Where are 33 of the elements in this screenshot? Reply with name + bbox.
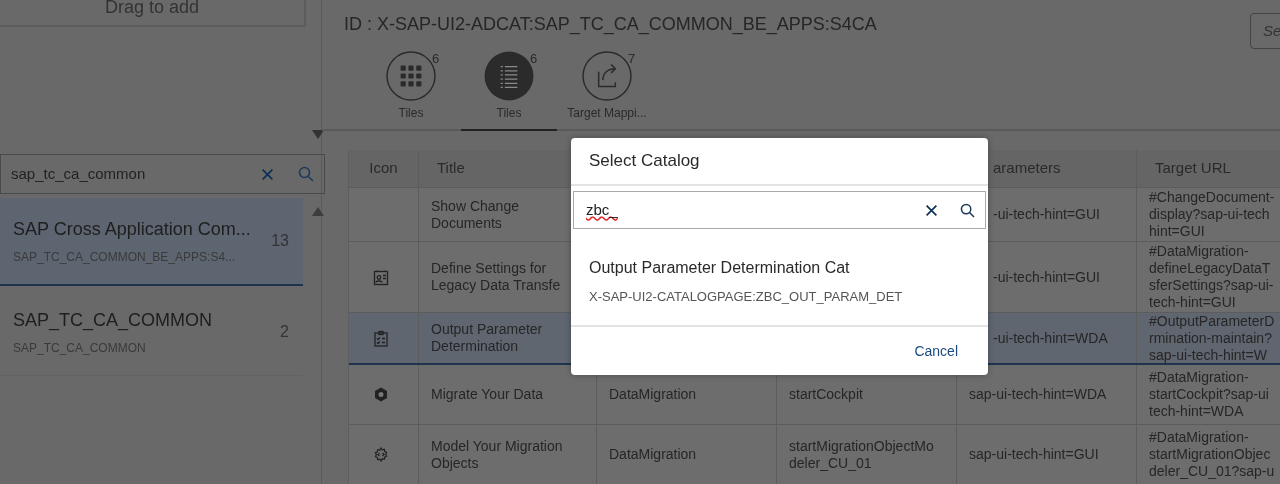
table-cell: -ui-tech-hint=WDA xyxy=(993,329,1108,347)
column-header: Title xyxy=(437,158,465,179)
table-cell: #DataMigration- startCockpit?sap-ui tech-hint=WDA xyxy=(1149,369,1269,420)
table-cell-text: Define Settings for Legacy Data Transfe xyxy=(431,260,562,294)
column-header: Target URL xyxy=(1155,158,1231,179)
table-cell: sap-ui-tech-hint=WDA xyxy=(969,386,1107,403)
item-count: 13 xyxy=(271,231,290,251)
tab-count: 6 xyxy=(432,50,440,68)
table-cell: #OutputParameterD rmination-maintain? sap-ui-tech-hint=W xyxy=(1149,312,1275,364)
column-header: arameters xyxy=(993,158,1061,179)
catalog-title: SAP Cross Application Com... xyxy=(13,218,252,241)
table-cell-text: startCockpit xyxy=(789,386,864,403)
tab-count: 7 xyxy=(628,50,636,68)
table-cell: #DataMigration- defineLegacyDataT sferSettings?sap-ui- tech-hint=GUI xyxy=(1149,243,1274,311)
catalog-title: SAP_TC_CA_COMMON xyxy=(13,308,214,333)
table-cell: #ChangeDocument- display?sap-ui-tech hint=GUI xyxy=(1149,189,1275,240)
table-cell: -ui-tech-hint=GUI xyxy=(993,206,1100,223)
table-cell: sap-ui-tech-hint=GUI xyxy=(969,446,1099,463)
table-cell-text: Output Parameter Determination xyxy=(431,321,544,355)
result-title: Output Parameter Determination Cat xyxy=(589,258,851,278)
table-cell-text: startMigrationObjectMo deler_CU_01 xyxy=(789,437,935,472)
table-cell: #DataMigration- startMigrationObjec deler_CU_01?sap-u xyxy=(1149,429,1275,480)
tab-count: 6 xyxy=(530,50,538,68)
table-cell-text: DataMigration xyxy=(609,386,698,403)
dialog-title: Select Catalog xyxy=(589,150,700,173)
result-id: X-SAP-UI2-CATALOGPAGE:ZBC_OUT_PARAM_DET xyxy=(589,288,904,306)
table-cell-text: DataMigration xyxy=(609,446,698,463)
catalog-id-title: ID : X-SAP-UI2-ADCAT:SAP_TC_CA_COMMON_BE_APPS:S4CA xyxy=(344,13,877,37)
column-header: Icon xyxy=(369,158,398,179)
table-cell-text: Show Change Documents xyxy=(431,197,520,232)
table-cell-text: Model Your Migration Objects xyxy=(431,437,564,472)
table-cell: -ui-tech-hint=GUI xyxy=(993,268,1100,286)
table-cell-text: Migrate Your Data xyxy=(431,386,545,403)
